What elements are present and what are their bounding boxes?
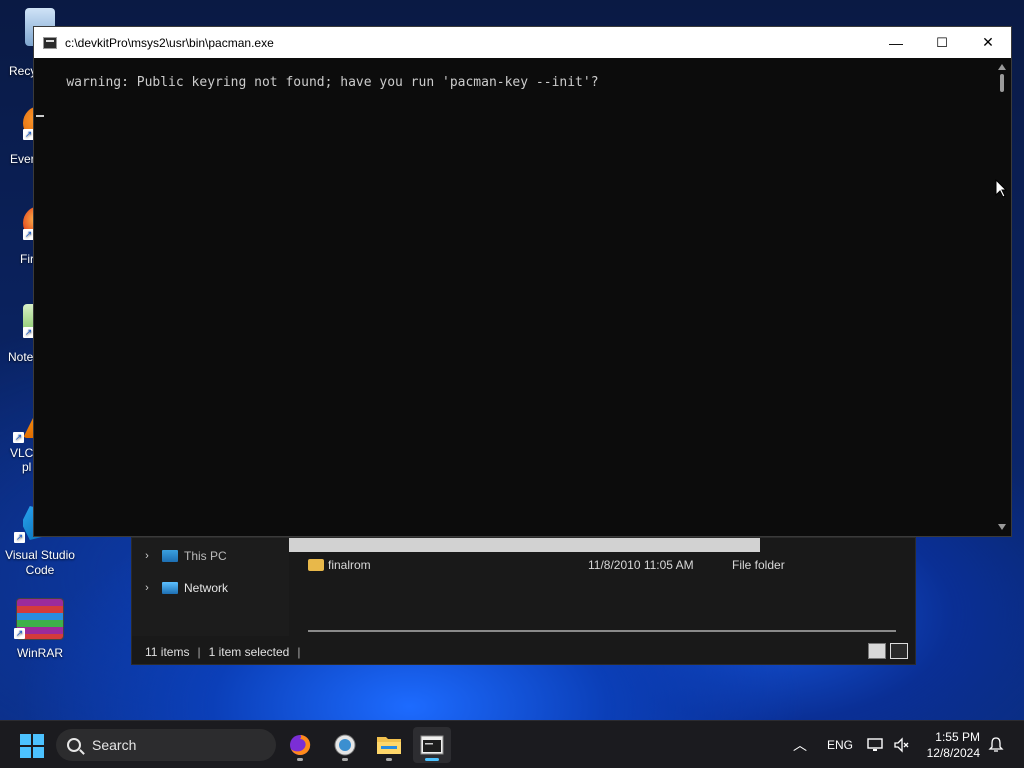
- nav-item-label: This PC: [184, 549, 227, 563]
- taskbar: Search ︿ ENG 1:55 PM 12/8/2024: [0, 720, 1024, 768]
- desktop-icon-label: Visual Studio: [5, 548, 75, 562]
- start-button[interactable]: [20, 734, 44, 758]
- shortcut-arrow-icon: ↗: [13, 432, 24, 443]
- scroll-up-arrow-icon[interactable]: [998, 64, 1006, 70]
- folder-icon: [308, 559, 324, 571]
- search-placeholder: Search: [92, 737, 137, 753]
- shortcut-arrow-icon: ↗: [14, 532, 25, 543]
- shortcut-arrow-icon: ↗: [14, 628, 25, 639]
- status-bar: 11 items | 1 item selected |: [132, 642, 915, 662]
- running-indicator: [342, 758, 348, 761]
- running-indicator: [297, 758, 303, 761]
- file-list-row[interactable]: finalrom 11/8/2010 11:05 AM File folder: [308, 555, 908, 575]
- system-clock[interactable]: 1:55 PM 12/8/2024: [908, 729, 980, 761]
- search-icon: [67, 738, 81, 752]
- taskbar-app-firefox[interactable]: [281, 727, 319, 763]
- chevron-right-icon[interactable]: ›: [132, 582, 162, 594]
- details-view-button[interactable]: [868, 643, 886, 659]
- maximize-button[interactable]: ☐: [919, 27, 965, 58]
- chevron-right-icon[interactable]: ›: [132, 550, 162, 562]
- status-divider: |: [297, 645, 301, 659]
- clock-date: 12/8/2024: [926, 746, 980, 760]
- notifications-button[interactable]: [988, 721, 1004, 768]
- window-title: c:\devkitPro\msys2\usr\bin\pacman.exe: [65, 35, 274, 50]
- devkitpro-updater-icon: [334, 734, 356, 756]
- network-icon: [162, 582, 178, 594]
- chevron-up-icon: ︿: [793, 737, 807, 753]
- close-button[interactable]: ✕: [965, 27, 1011, 58]
- taskbar-app-file-explorer[interactable]: [370, 727, 408, 763]
- file-name: finalrom: [328, 558, 371, 572]
- text-cursor: [36, 115, 44, 117]
- clock-time: 1:55 PM: [935, 730, 980, 744]
- file-type: File folder: [732, 558, 785, 572]
- running-indicator: [386, 758, 392, 761]
- language-label: ENG: [827, 738, 854, 752]
- this-pc-icon: [162, 550, 178, 562]
- vertical-scrollbar[interactable]: [994, 58, 1011, 536]
- terminal-icon: [420, 735, 444, 755]
- show-hidden-icons-button[interactable]: ︿: [793, 721, 807, 768]
- desktop-icon-label-line2: Code: [25, 563, 55, 577]
- status-selected-count: 1 item selected: [208, 645, 290, 659]
- large-icons-view-button[interactable]: [890, 643, 908, 659]
- minimize-button[interactable]: —: [873, 27, 919, 58]
- network-monitor-icon: [867, 738, 883, 751]
- firefox-icon: [290, 734, 311, 755]
- file-date: 11/8/2010 11:05 AM: [588, 558, 694, 572]
- file-explorer-icon: [377, 737, 401, 754]
- nav-item-this-pc[interactable]: › This PC: [132, 544, 289, 568]
- windows-logo-icon: [20, 734, 31, 745]
- taskbar-app-terminal[interactable]: [413, 727, 451, 763]
- nav-item-network[interactable]: › Network: [132, 576, 289, 600]
- explorer-nav-pane: › This PC › Network: [132, 538, 289, 636]
- running-indicator: [425, 758, 439, 761]
- console-output[interactable]: warning: Public keyring not found; have …: [34, 58, 995, 536]
- console-window[interactable]: c:\devkitPro\msys2\usr\bin\pacman.exe — …: [33, 26, 1012, 537]
- horizontal-scrollbar[interactable]: [308, 630, 896, 632]
- scroll-down-arrow-icon[interactable]: [998, 524, 1006, 530]
- scrollbar-thumb[interactable]: [1000, 74, 1004, 92]
- nav-item-label: Network: [184, 581, 229, 595]
- network-status-button[interactable]: [867, 721, 885, 768]
- status-item-count: 11 items: [145, 645, 190, 659]
- file-explorer-window[interactable]: › This PC › Network finalrom 11/8/2010 1…: [131, 537, 916, 665]
- desktop-icon-winrar[interactable]: ↗ WinRAR: [0, 598, 80, 660]
- language-indicator[interactable]: ENG: [827, 721, 853, 768]
- mouse-pointer-icon: [995, 179, 1007, 198]
- console-title-bar[interactable]: c:\devkitPro\msys2\usr\bin\pacman.exe — …: [34, 27, 1011, 58]
- bell-icon: [988, 737, 1004, 752]
- explorer-header-scroll-strip: [263, 538, 760, 552]
- status-divider: |: [197, 645, 201, 659]
- console-line: warning: Public keyring not found; have …: [66, 75, 599, 90]
- taskbar-search-box[interactable]: Search: [56, 729, 276, 761]
- desktop-icon-label: WinRAR: [16, 646, 63, 660]
- taskbar-app-devkitpro-updater[interactable]: [326, 727, 364, 763]
- console-app-icon: [43, 36, 57, 49]
